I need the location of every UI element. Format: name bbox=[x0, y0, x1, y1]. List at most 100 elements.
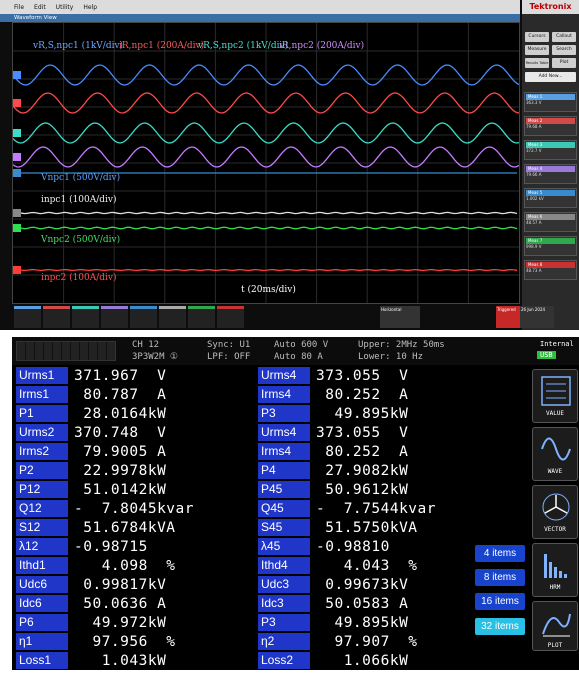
callout-button[interactable]: Callout bbox=[552, 32, 576, 42]
right-row: Urms4 373.055 V bbox=[258, 423, 408, 442]
right-row: Urms4 373.055 V bbox=[258, 366, 408, 385]
label-inpc1: inpc1 (100A/div) bbox=[41, 195, 117, 205]
left-value: 4.098 % bbox=[74, 557, 176, 574]
right-value: -0.98810 bbox=[316, 538, 390, 555]
measure-button[interactable]: Measure bbox=[525, 45, 549, 55]
channel-marker[interactable] bbox=[13, 266, 21, 274]
channel-chip[interactable] bbox=[217, 306, 244, 328]
plot-view-label: PLOT bbox=[547, 642, 563, 649]
right-row: P3 49.895kW bbox=[258, 613, 408, 632]
search-button[interactable]: Search bbox=[552, 45, 576, 55]
measurement-badge[interactable]: Meas 1 363.3 V bbox=[524, 92, 577, 112]
channel-marker[interactable] bbox=[13, 129, 21, 137]
channel-chip[interactable] bbox=[43, 306, 70, 328]
menu-edit[interactable]: Edit bbox=[34, 4, 46, 11]
16-items-button[interactable]: 16 items bbox=[475, 593, 525, 610]
right-value: 49.895kW bbox=[316, 405, 409, 422]
measurement-badge[interactable]: Meas 7 998.9 V bbox=[524, 236, 577, 256]
channel-marker[interactable] bbox=[13, 71, 21, 79]
measurement-badge[interactable]: Meas 4 79.66 A bbox=[524, 164, 577, 184]
channel-chip[interactable] bbox=[101, 306, 128, 328]
32-items-button[interactable]: 32 items bbox=[475, 618, 525, 635]
channel-chip[interactable] bbox=[72, 306, 99, 328]
vector-view-button[interactable]: VECTOR bbox=[532, 485, 578, 539]
right-row: P45 50.9612kW bbox=[258, 480, 408, 499]
hrm-view-button[interactable]: HRM bbox=[532, 543, 578, 597]
left-value: -0.98715 bbox=[74, 538, 148, 555]
header-wiring: 3P3W2M ① bbox=[132, 352, 178, 362]
right-value: 27.9082kW bbox=[316, 462, 409, 479]
left-row: Irms1 80.787 A bbox=[16, 385, 166, 404]
label-vrs1: vR,S,npc1 (1kV/div) bbox=[33, 41, 124, 51]
channel-chip[interactable] bbox=[188, 306, 215, 328]
right-row: Q45 - 7.7544kvar bbox=[258, 499, 436, 518]
plot-button[interactable]: Plot bbox=[552, 58, 576, 68]
bottom-trigger[interactable]: Triggered bbox=[496, 306, 520, 328]
left-value: 51.6784kVA bbox=[74, 519, 176, 536]
left-row: Q12 - 7.8045kvar bbox=[16, 499, 194, 518]
left-label: S12 bbox=[16, 519, 68, 536]
channel-marker[interactable] bbox=[13, 153, 21, 161]
measurement-badge[interactable]: Meas 6 48.57 A bbox=[524, 212, 577, 232]
channel-marker[interactable] bbox=[13, 209, 21, 217]
label-time: t (20ms/div) bbox=[241, 285, 296, 295]
right-value: 50.0583 A bbox=[316, 595, 409, 612]
8-items-button[interactable]: 8 items bbox=[475, 569, 525, 586]
results-table-button[interactable]: Results Table bbox=[525, 58, 549, 68]
add-new-button[interactable]: Add New... bbox=[525, 72, 576, 82]
bottom-timebase[interactable]: Horizontal bbox=[380, 306, 420, 328]
right-label: Ithd4 bbox=[258, 557, 310, 574]
left-label: Idc6 bbox=[16, 595, 68, 612]
brand-logo: Tektronix bbox=[522, 0, 579, 14]
channel-marker[interactable] bbox=[13, 169, 21, 177]
measurement-value: 998.9 V bbox=[526, 244, 542, 249]
right-label: η2 bbox=[258, 633, 310, 650]
measurement-badge[interactable]: Meas 3 372.7 V bbox=[524, 140, 577, 160]
channel-chip[interactable] bbox=[159, 306, 186, 328]
channel-marker[interactable] bbox=[13, 99, 21, 107]
left-value: 28.0164kW bbox=[74, 405, 167, 422]
right-value: 80.252 A bbox=[316, 443, 409, 460]
left-label: η1 bbox=[16, 633, 68, 650]
bottom-date[interactable]: 26 Jun 2024 bbox=[520, 306, 554, 328]
right-label: Q45 bbox=[258, 500, 310, 517]
right-label: P3 bbox=[258, 405, 310, 422]
hrm-view-label: HRM bbox=[549, 584, 561, 591]
wave-view-button[interactable]: WAVE bbox=[532, 427, 578, 481]
header-lower: Lower: 10 Hz bbox=[358, 352, 424, 362]
scope-side-panel: Cursors Callout Measure Search Results T… bbox=[522, 14, 579, 330]
left-value: - 7.8045kvar bbox=[74, 500, 194, 517]
left-row: Urms2 370.748 V bbox=[16, 423, 166, 442]
plot-view-button[interactable]: PLOT bbox=[532, 601, 578, 651]
right-value: 51.5750kVA bbox=[316, 519, 418, 536]
right-value: 373.055 V bbox=[316, 367, 409, 384]
measurement-badge[interactable]: Meas 5 1.002 kV bbox=[524, 188, 577, 208]
header-upper: Upper: 2MHz 50ms bbox=[358, 340, 445, 350]
left-label: Q12 bbox=[16, 500, 68, 517]
label-ir1: iR,npc1 (200A/div) bbox=[119, 41, 205, 51]
measurement-badge[interactable]: Meas 8 48.73 A bbox=[524, 260, 577, 280]
left-value: 79.9005 A bbox=[74, 443, 167, 460]
right-value: 4.043 % bbox=[316, 557, 418, 574]
value-view-button[interactable]: VALUE bbox=[532, 369, 578, 423]
channel-chip[interactable] bbox=[130, 306, 157, 328]
trace-inpc2 bbox=[12, 268, 518, 272]
right-value: 50.9612kW bbox=[316, 481, 409, 498]
waveform-plot[interactable]: vR,S,npc1 (1kV/div) iR,npc1 (200A/div) v… bbox=[12, 22, 520, 304]
channel-chip[interactable] bbox=[14, 306, 41, 328]
measurement-badge[interactable]: Meas 2 79.68 A bbox=[524, 116, 577, 136]
label-inpc2: inpc2 (100A/div) bbox=[41, 273, 117, 283]
right-row: S45 51.5750kVA bbox=[258, 518, 418, 537]
right-label: Irms4 bbox=[258, 386, 310, 403]
measurement-value: 79.66 A bbox=[526, 172, 542, 177]
menu-help[interactable]: Help bbox=[83, 4, 97, 11]
right-value: 1.066kW bbox=[316, 652, 409, 669]
menu-file[interactable]: File bbox=[14, 4, 24, 11]
cursors-button[interactable]: Cursors bbox=[525, 32, 549, 42]
left-row: S12 51.6784kVA bbox=[16, 518, 176, 537]
menu-utility[interactable]: Utility bbox=[56, 4, 74, 11]
4-items-button[interactable]: 4 items bbox=[475, 545, 525, 562]
left-label: Irms1 bbox=[16, 386, 68, 403]
channel-marker[interactable] bbox=[13, 224, 21, 232]
usb-badge: USB bbox=[537, 351, 556, 359]
